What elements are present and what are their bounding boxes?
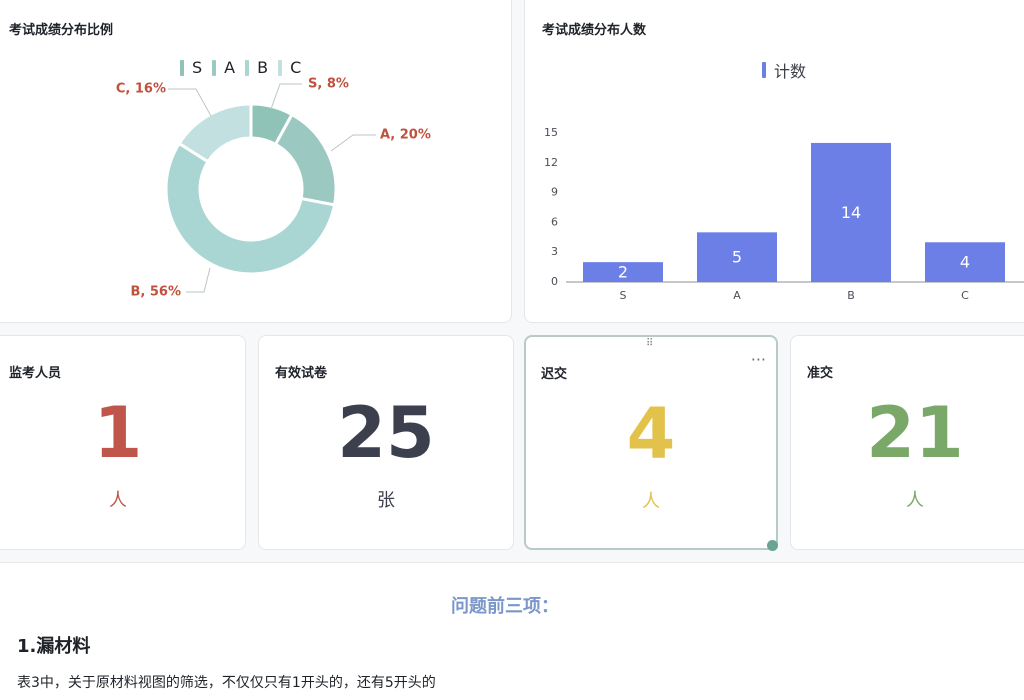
resize-handle-icon[interactable]	[767, 540, 778, 551]
kpi-value: 25	[337, 392, 435, 474]
y-tick-label: 15	[544, 126, 558, 139]
drag-handle-icon[interactable]: ⠿	[646, 339, 653, 349]
x-tick-label: C	[961, 289, 969, 302]
y-tick-label: 3	[551, 245, 558, 258]
x-tick-label: S	[620, 289, 627, 302]
x-tick-label: B	[847, 289, 855, 302]
kpi-value: 4	[626, 393, 676, 475]
kpi-value: 21	[866, 392, 964, 474]
kpi-title: 监考人员	[9, 366, 62, 381]
kpi-unit: 人	[906, 490, 924, 511]
kpi-unit: 人	[642, 491, 660, 512]
bar-value-label: 4	[960, 253, 970, 272]
document-subheading[interactable]: 1.漏材料	[17, 632, 90, 658]
kpi-card-valid-papers[interactable]: 有效试卷 25 张	[258, 335, 514, 550]
kpi-value: 1	[93, 392, 143, 474]
kpi-card-invigilators[interactable]: 监考人员 1 人	[0, 335, 246, 550]
kpi-title: 准交	[807, 366, 834, 381]
bar-chart: 0 3 6 9 12 15 2 S 5 A 14 B 4 C	[544, 126, 1024, 302]
y-tick-label: 9	[551, 186, 558, 199]
kpi-card-on-time[interactable]: 准交 21 人	[790, 335, 1024, 550]
kpi-card-late[interactable]: ⠿ 迟交 ··· 4 人	[524, 335, 778, 550]
y-tick-label: 0	[551, 275, 558, 288]
y-tick-label: 12	[544, 156, 558, 169]
y-tick-label: 6	[551, 215, 558, 228]
document-paragraph[interactable]: 表3中，关于原材料视图的筛选，不仅仅只有1开头的，还有5开头的	[17, 672, 436, 692]
more-icon[interactable]: ···	[751, 352, 766, 368]
kpi-title: 迟交	[541, 367, 568, 382]
x-tick-label: A	[733, 289, 741, 302]
kpi-unit: 人	[109, 490, 127, 511]
bar-value-label: 5	[732, 248, 742, 267]
document-heading: 问题前三项：	[451, 596, 559, 617]
kpi-unit: 张	[377, 490, 395, 511]
kpi-title: 有效试卷	[275, 366, 328, 381]
bar-value-label: 14	[841, 203, 861, 222]
bar-value-label: 2	[618, 263, 628, 282]
